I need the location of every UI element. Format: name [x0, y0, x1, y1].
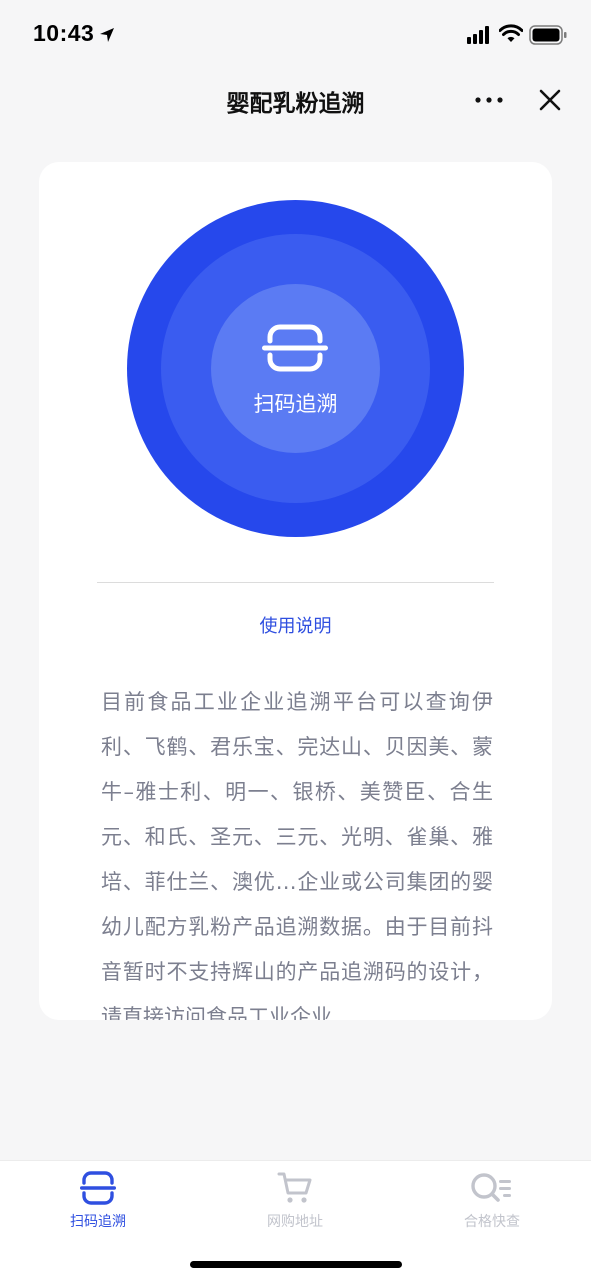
location-arrow-icon	[98, 26, 116, 48]
cart-icon	[230, 1171, 360, 1205]
search-list-icon	[427, 1171, 557, 1205]
content-card: 扫码追溯 使用说明 目前食品工业企业追溯平台可以查询伊利、飞鹤、君乐宝、完达山、…	[39, 162, 552, 1020]
nav-bar: 婴配乳粉追溯	[0, 70, 591, 130]
scan-ring-middle: 扫码追溯	[161, 234, 430, 503]
home-indicator	[190, 1261, 402, 1268]
tab-online-shop-address[interactable]: 网购地址	[230, 1171, 360, 1241]
close-icon[interactable]	[537, 87, 563, 117]
status-time: 10:43	[33, 20, 95, 46]
scan-icon	[33, 1171, 163, 1205]
scan-ring-inner: 扫码追溯	[211, 284, 380, 453]
tab-label: 合格快查	[464, 1214, 520, 1230]
more-options-icon[interactable]	[474, 90, 504, 114]
tab-quick-check[interactable]: 合格快查	[427, 1171, 557, 1241]
wifi-icon	[498, 24, 524, 48]
tab-label: 网购地址	[267, 1214, 323, 1230]
scan-label: 扫码追溯	[253, 392, 338, 416]
tab-label: 扫码追溯	[70, 1214, 126, 1230]
status-bar: 10:43	[0, 0, 591, 70]
usage-instructions-link[interactable]: 使用说明	[39, 612, 552, 638]
scan-button[interactable]: 扫码追溯	[127, 200, 464, 537]
battery-icon	[529, 25, 567, 49]
tab-scan-trace[interactable]: 扫码追溯	[33, 1171, 163, 1241]
scan-icon	[260, 324, 330, 376]
cellular-signal-icon	[467, 26, 491, 48]
divider	[97, 582, 494, 583]
description-text: 目前食品工业企业追溯平台可以查询伊利、飞鹤、君乐宝、完达山、贝因美、蒙牛–雅士利…	[101, 690, 493, 1020]
